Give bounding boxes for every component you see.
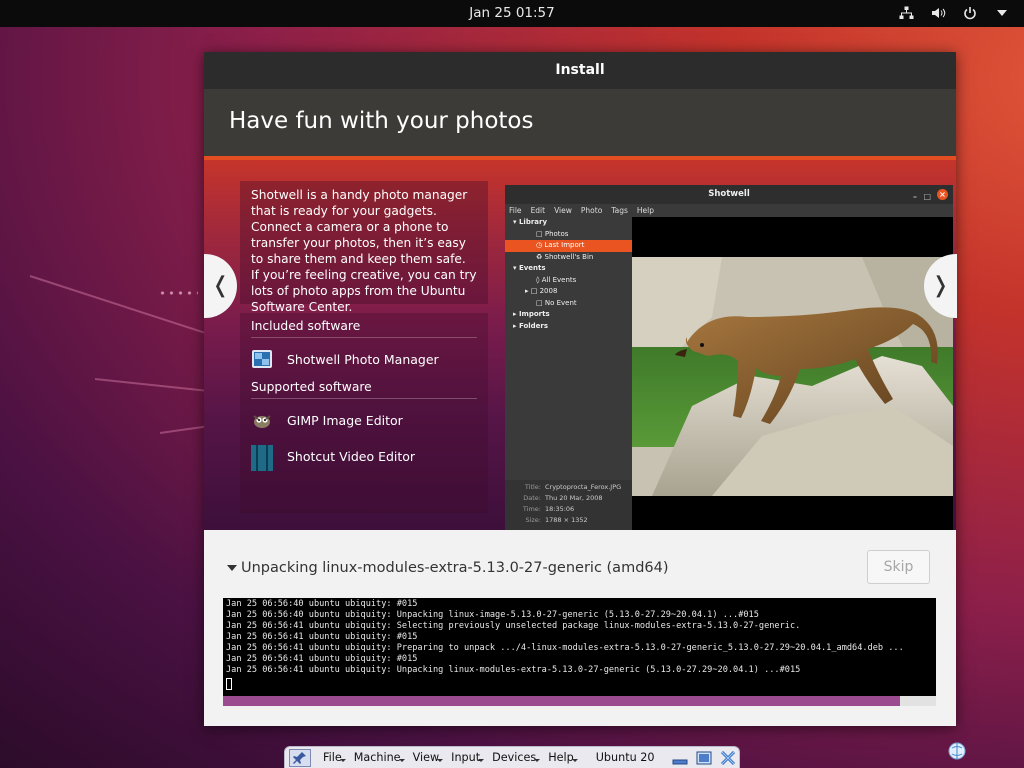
screenshot-info: Title: Cryptoprocta_Ferox.JPG Date: Thu 20… xyxy=(505,480,632,530)
clock[interactable]: Jan 25 01:57 xyxy=(0,5,1024,21)
vbox-menu-input[interactable]: Input xyxy=(451,751,485,764)
software-name: GIMP Image Editor xyxy=(287,412,403,428)
virtualbox-toolbar: File Machine View Input Devices Help Ubu… xyxy=(284,746,740,768)
shotwell-screenshot: Shotwell – □ × File Edit View Photo Tags… xyxy=(505,185,953,530)
sidebar-row: ♻ Shotwell's Bin xyxy=(536,252,594,261)
progress-fill xyxy=(223,696,901,706)
pin-icon[interactable] xyxy=(289,748,311,767)
shotwell-icon xyxy=(251,348,273,370)
sidebar-row: ▸ □ 2008 xyxy=(525,287,558,295)
sidebar-row: ▾ Events xyxy=(513,264,546,272)
progress-bar xyxy=(223,696,936,706)
volume-icon[interactable] xyxy=(930,5,946,21)
sidebar-row: □ Photos xyxy=(536,229,569,238)
software-item: Shotwell Photo Manager xyxy=(251,344,477,374)
screenshot-body: ▾ Library □ Photos ◷ Last Import ♻ Shotw… xyxy=(505,217,953,530)
terminal-line: Jan 25 06:56:41 ubuntu ubiquity: Unpacki… xyxy=(226,665,801,675)
close-icon[interactable] xyxy=(720,750,736,765)
vbox-menu-devices[interactable]: Devices xyxy=(492,751,541,764)
network-icon[interactable] xyxy=(898,5,914,21)
terminal-line: Jan 25 06:56:41 ubuntu ubiquity: Prepari… xyxy=(226,643,904,653)
status-text: Unpacking linux-modules-extra-5.13.0-27-… xyxy=(241,560,669,576)
system-tray[interactable] xyxy=(898,5,1010,21)
terminal-line: Jan 25 06:56:41 ubuntu ubiquity: #015 xyxy=(226,654,418,664)
wallpaper-ray xyxy=(29,275,212,336)
sidebar-row: ▸ Imports xyxy=(513,310,550,318)
screenshot-title: Shotwell – □ × xyxy=(505,185,953,204)
minimize-icon: – xyxy=(913,192,917,201)
sidebar-row: ◷ Last Import xyxy=(505,240,632,252)
sidebar-row: ◊ All Events xyxy=(536,275,577,284)
slide-title: Have fun with your photos xyxy=(204,89,956,156)
vbox-menu-file[interactable]: File xyxy=(323,751,346,764)
sidebar-row: ▾ Library xyxy=(513,218,548,226)
supported-software-title: Supported software xyxy=(251,380,477,399)
gimp-icon xyxy=(251,409,273,431)
installer-window: Install Have fun with your photos Shotwe… xyxy=(204,52,956,726)
close-icon: × xyxy=(937,189,948,200)
top-bar: Jan 25 01:57 xyxy=(0,0,1024,27)
power-icon[interactable] xyxy=(962,5,978,21)
maximize-icon: □ xyxy=(923,192,931,201)
screenshot-menubar: File Edit View Photo Tags Help xyxy=(505,204,953,217)
shotcut-icon xyxy=(251,445,277,471)
terminal-cursor xyxy=(226,678,232,690)
software-panel: Included software Shotwell Photo Manager… xyxy=(240,313,488,513)
vbox-menu-view[interactable]: View xyxy=(413,751,443,764)
vm-name: Ubuntu 20 xyxy=(595,751,655,764)
software-name: Shotwell Photo Manager xyxy=(287,351,439,367)
vbox-menu-machine[interactable]: Machine xyxy=(354,751,405,764)
software-item: GIMP Image Editor xyxy=(251,405,477,435)
included-software-title: Included software xyxy=(251,319,477,338)
terminal-line: Jan 25 06:56:40 ubuntu ubiquity: Unpacki… xyxy=(226,610,759,620)
terminal-line: Jan 25 06:56:41 ubuntu ubiquity: Selecti… xyxy=(226,621,801,631)
vbox-menu-help[interactable]: Help xyxy=(548,751,578,764)
expander-icon[interactable] xyxy=(227,565,237,571)
skip-button[interactable]: Skip xyxy=(867,550,930,584)
terminal-output[interactable]: Jan 25 06:56:40 ubuntu ubiquity: #015 Ja… xyxy=(223,598,936,696)
software-name: Shotcut Video Editor xyxy=(287,448,416,464)
photo-image xyxy=(632,257,953,496)
slide-description: Shotwell is a handy photo manager that i… xyxy=(240,181,488,314)
install-status[interactable]: Unpacking linux-modules-extra-5.13.0-27-… xyxy=(227,560,669,576)
sidebar-row: ▸ Folders xyxy=(513,321,549,330)
sidebar-row: □ No Event xyxy=(536,298,577,307)
progress-section: Unpacking linux-modules-extra-5.13.0-27-… xyxy=(204,530,956,726)
globe-icon[interactable] xyxy=(948,742,966,760)
terminal-line: Jan 25 06:56:40 ubuntu ubiquity: #015 xyxy=(226,599,418,609)
terminal-line: Jan 25 06:56:41 ubuntu ubiquity: #015 xyxy=(226,632,418,642)
chevron-down-icon[interactable] xyxy=(994,5,1010,21)
software-item: Shotcut Video Editor xyxy=(251,441,477,471)
fullscreen-icon[interactable] xyxy=(696,751,712,765)
window-title[interactable]: Install xyxy=(204,52,956,89)
photo-viewer xyxy=(632,217,953,530)
slide-accent xyxy=(204,156,956,160)
wallpaper-dots xyxy=(158,290,198,296)
slideshow: Shotwell is a handy photo manager that i… xyxy=(204,156,956,530)
minimize-icon[interactable] xyxy=(672,751,688,765)
